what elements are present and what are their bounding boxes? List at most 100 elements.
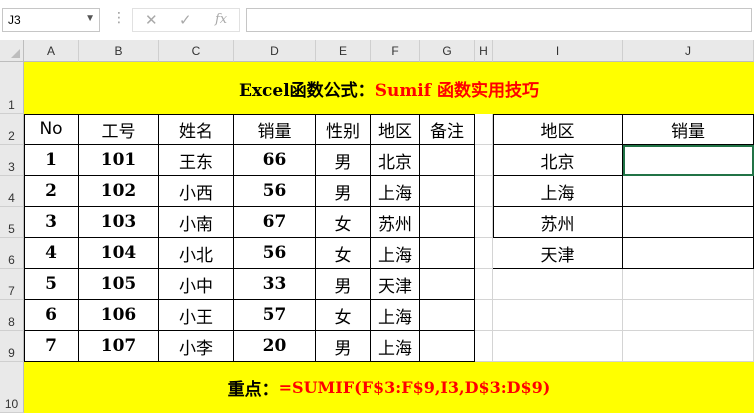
cell-i7[interactable] [493, 269, 623, 300]
row-header-1[interactable]: 1 [0, 62, 24, 114]
column-header-b[interactable]: B [79, 40, 159, 62]
table-cell[interactable]: 男 [316, 176, 371, 207]
table-cell[interactable]: 小北 [159, 238, 234, 269]
cell-h6[interactable] [475, 238, 493, 269]
table-cell[interactable]: 106 [79, 300, 159, 331]
header-region[interactable]: 地区 [371, 114, 420, 145]
row-header-9[interactable]: 9 [0, 331, 24, 362]
cell-h9[interactable] [475, 331, 493, 362]
column-header-c[interactable]: C [159, 40, 234, 62]
table-cell[interactable]: 天津 [371, 269, 420, 300]
column-header-h[interactable]: H [475, 40, 493, 62]
table-cell[interactable]: 7 [24, 331, 79, 362]
enter-icon[interactable]: ✓ [179, 11, 192, 29]
summary-cell[interactable]: 苏州 [493, 207, 623, 238]
table-cell[interactable]: 66 [234, 145, 316, 176]
row-header-6[interactable]: 6 [0, 238, 24, 269]
table-cell[interactable]: 4 [24, 238, 79, 269]
table-cell[interactable]: 男 [316, 145, 371, 176]
row-header-7[interactable]: 7 [0, 269, 24, 300]
column-header-f[interactable]: F [371, 40, 420, 62]
table-cell[interactable]: 104 [79, 238, 159, 269]
header-notes[interactable]: 备注 [420, 114, 475, 145]
header-gender[interactable]: 性别 [316, 114, 371, 145]
insert-function-icon[interactable]: fx [215, 12, 227, 27]
table-cell[interactable]: 67 [234, 207, 316, 238]
table-cell[interactable] [420, 269, 475, 300]
cell-h5[interactable] [475, 207, 493, 238]
cell-h8[interactable] [475, 300, 493, 331]
table-cell[interactable]: 1 [24, 145, 79, 176]
summary-cell[interactable] [623, 207, 754, 238]
title-banner[interactable]: Excel函数公式： Sumif 函数实用技巧 [24, 62, 754, 114]
summary-cell[interactable] [623, 238, 754, 269]
cell-h3[interactable] [475, 145, 493, 176]
table-cell[interactable]: 56 [234, 238, 316, 269]
table-cell[interactable]: 3 [24, 207, 79, 238]
table-cell[interactable]: 小李 [159, 331, 234, 362]
row-header-5[interactable]: 5 [0, 207, 24, 238]
cell-i8[interactable] [493, 300, 623, 331]
table-cell[interactable]: 苏州 [371, 207, 420, 238]
table-cell[interactable]: 56 [234, 176, 316, 207]
table-cell[interactable]: 107 [79, 331, 159, 362]
table-cell[interactable] [420, 300, 475, 331]
more-options-icon[interactable]: ⋮ [112, 10, 126, 26]
table-cell[interactable]: 6 [24, 300, 79, 331]
row-header-2[interactable]: 2 [0, 114, 24, 145]
row-header-3[interactable]: 3 [0, 145, 24, 176]
column-header-j[interactable]: J [623, 40, 754, 62]
table-cell[interactable] [420, 145, 475, 176]
table-cell[interactable] [420, 238, 475, 269]
row-header-4[interactable]: 4 [0, 176, 24, 207]
select-all-button[interactable] [0, 40, 24, 62]
row-header-10[interactable]: 10 [0, 362, 24, 413]
header-no[interactable]: No [24, 114, 79, 145]
table-cell[interactable]: 2 [24, 176, 79, 207]
table-cell[interactable]: 小南 [159, 207, 234, 238]
selected-cell-j3[interactable] [623, 145, 754, 176]
table-cell[interactable] [420, 176, 475, 207]
table-cell[interactable]: 上海 [371, 300, 420, 331]
table-cell[interactable] [420, 331, 475, 362]
table-cell[interactable] [420, 207, 475, 238]
chevron-down-icon[interactable]: ▼ [85, 13, 95, 24]
table-cell[interactable]: 5 [24, 269, 79, 300]
table-cell[interactable]: 男 [316, 331, 371, 362]
formula-input[interactable] [246, 8, 752, 32]
table-cell[interactable]: 20 [234, 331, 316, 362]
summary-cell[interactable]: 上海 [493, 176, 623, 207]
table-cell[interactable]: 上海 [371, 176, 420, 207]
table-cell[interactable]: 男 [316, 269, 371, 300]
table-cell[interactable]: 上海 [371, 238, 420, 269]
cell-h7[interactable] [475, 269, 493, 300]
header-name[interactable]: 姓名 [159, 114, 234, 145]
column-header-e[interactable]: E [316, 40, 371, 62]
header-employee-id[interactable]: 工号 [79, 114, 159, 145]
name-box[interactable]: J3 ▼ [2, 8, 100, 32]
table-cell[interactable]: 101 [79, 145, 159, 176]
summary-cell[interactable]: 北京 [493, 145, 623, 176]
table-cell[interactable]: 北京 [371, 145, 420, 176]
table-cell[interactable]: 小王 [159, 300, 234, 331]
cell-h2[interactable] [475, 114, 493, 145]
summary-header-sales[interactable]: 销量 [623, 114, 754, 145]
cell-i9[interactable] [493, 331, 623, 362]
table-cell[interactable]: 103 [79, 207, 159, 238]
cancel-icon[interactable]: ✕ [145, 11, 158, 29]
summary-cell[interactable] [623, 176, 754, 207]
header-sales[interactable]: 销量 [234, 114, 316, 145]
cell-j7[interactable] [623, 269, 754, 300]
cell-j8[interactable] [623, 300, 754, 331]
table-cell[interactable]: 上海 [371, 331, 420, 362]
column-header-d[interactable]: D [234, 40, 316, 62]
column-header-g[interactable]: G [420, 40, 475, 62]
column-header-i[interactable]: I [493, 40, 623, 62]
table-cell[interactable]: 女 [316, 207, 371, 238]
table-cell[interactable]: 105 [79, 269, 159, 300]
cell-h4[interactable] [475, 176, 493, 207]
table-cell[interactable]: 女 [316, 300, 371, 331]
table-cell[interactable]: 王东 [159, 145, 234, 176]
table-cell[interactable]: 57 [234, 300, 316, 331]
table-cell[interactable]: 小中 [159, 269, 234, 300]
